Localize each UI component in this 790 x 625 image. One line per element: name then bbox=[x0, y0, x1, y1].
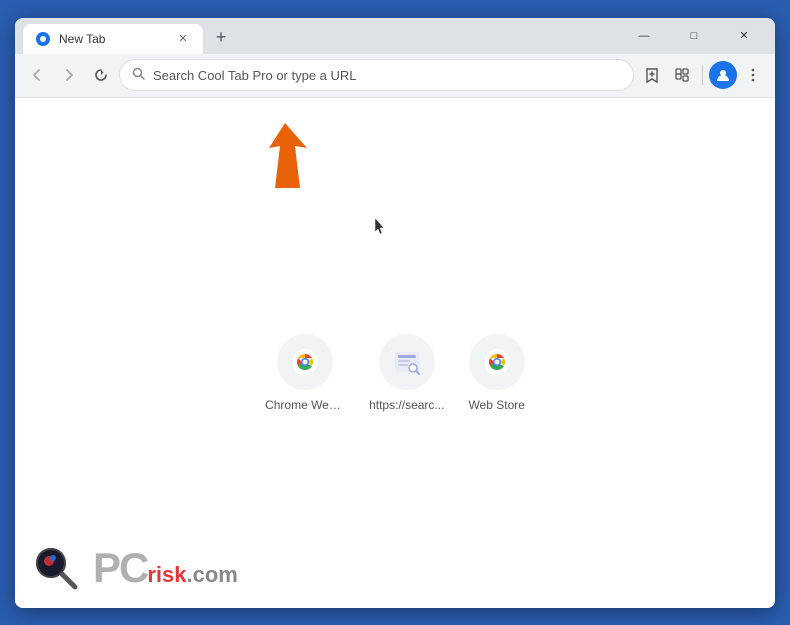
page-content: Chrome Web... https://searc... bbox=[15, 98, 775, 608]
address-bar[interactable]: Search Cool Tab Pro or type a URL bbox=[119, 59, 634, 91]
shortcut-label-search: https://searc... bbox=[369, 398, 444, 412]
shortcut-label-chrome-web: Chrome Web... bbox=[265, 398, 345, 412]
watermark-text: PC risk .com bbox=[93, 547, 238, 589]
shortcut-search[interactable]: https://searc... bbox=[369, 334, 444, 412]
watermark-icon bbox=[31, 543, 81, 593]
tab-favicon bbox=[35, 31, 51, 47]
watermark: PC risk .com bbox=[15, 528, 775, 608]
close-button[interactable]: ✕ bbox=[721, 24, 767, 48]
shortcut-label-web-store: Web Store bbox=[468, 398, 524, 412]
shortcut-icon-search bbox=[379, 334, 435, 390]
toolbar: Search Cool Tab Pro or type a URL bbox=[15, 54, 775, 98]
refresh-button[interactable] bbox=[87, 61, 115, 89]
shortcut-chrome-web[interactable]: Chrome Web... bbox=[265, 334, 345, 412]
browser-window: New Tab ✕ + — □ ✕ bbox=[15, 18, 775, 608]
logo-dotcom-text: .com bbox=[187, 564, 238, 586]
bookmark-button[interactable] bbox=[638, 61, 666, 89]
extensions-button[interactable] bbox=[668, 61, 696, 89]
title-bar: New Tab ✕ + — □ ✕ bbox=[15, 18, 775, 54]
maximize-button[interactable]: □ bbox=[671, 24, 717, 48]
logo-pc-text: PC bbox=[93, 547, 147, 589]
active-tab[interactable]: New Tab ✕ bbox=[23, 24, 203, 54]
window-controls: — □ ✕ bbox=[621, 24, 767, 48]
profile-button[interactable] bbox=[709, 61, 737, 89]
toolbar-actions bbox=[638, 61, 767, 89]
new-tab-button[interactable]: + bbox=[207, 24, 235, 52]
back-button[interactable] bbox=[23, 61, 51, 89]
forward-button[interactable] bbox=[55, 61, 83, 89]
toolbar-divider bbox=[702, 65, 703, 85]
menu-button[interactable] bbox=[739, 61, 767, 89]
shortcut-icon-web-store bbox=[469, 334, 525, 390]
shortcut-icon-chrome-web bbox=[277, 334, 333, 390]
tab-title: New Tab bbox=[59, 32, 167, 46]
logo-risk-text: risk bbox=[147, 564, 186, 586]
tab-close-button[interactable]: ✕ bbox=[175, 31, 191, 47]
search-icon bbox=[132, 67, 145, 83]
mouse-cursor bbox=[375, 218, 387, 236]
arrow-annotation bbox=[255, 118, 335, 203]
address-text: Search Cool Tab Pro or type a URL bbox=[153, 68, 621, 83]
shortcuts-container: Chrome Web... https://searc... bbox=[265, 334, 525, 412]
minimize-button[interactable]: — bbox=[621, 24, 667, 48]
shortcut-web-store[interactable]: Web Store bbox=[468, 334, 524, 412]
